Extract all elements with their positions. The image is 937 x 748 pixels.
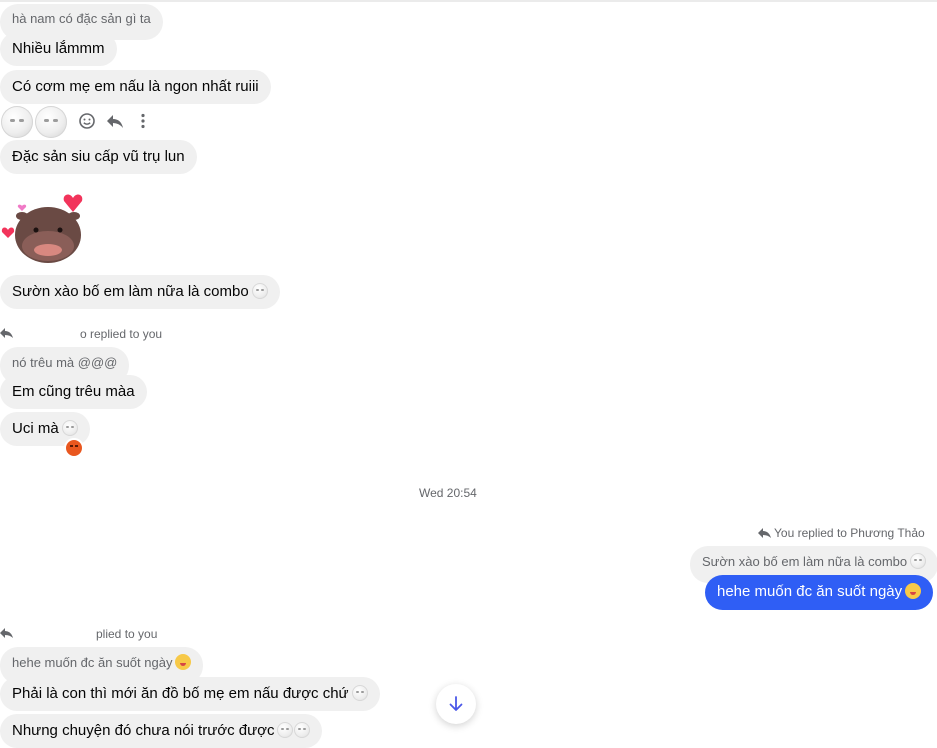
smiley-icon[interactable] xyxy=(77,111,97,131)
quoted-text: hehe muốn đc ăn suốt ngày xyxy=(12,655,173,670)
message-bubble[interactable]: Đặc sản siu cấp vũ trụ lun xyxy=(0,140,197,174)
quoted-text: Sườn xào bố em làm nữa là combo xyxy=(702,554,908,569)
message-text: Có cơm mẹ em nấu là ngon nhất ruiii xyxy=(12,78,259,95)
message-text: Uci mà xyxy=(12,420,59,437)
message-bubble[interactable]: Phải là con thì mới ăn đồ bố mẹ em nấu đ… xyxy=(0,677,380,711)
reply-icon xyxy=(0,328,13,338)
reply-label: You replied to Phương Thảo xyxy=(774,526,925,540)
quoted-text: nó trêu mà @@@ xyxy=(12,355,118,370)
yum-face-emoji xyxy=(905,583,922,599)
message-text: Nhưng chuyện đó chưa nói trước được xyxy=(12,722,275,739)
hippo-hearts-sticker[interactable] xyxy=(0,190,90,270)
message-bubble[interactable]: Em cũng trêu màa xyxy=(0,375,147,409)
timestamp: Wed 20:54 xyxy=(419,486,477,500)
message-bubble[interactable]: Nhiều lắmmm xyxy=(0,32,117,66)
message-text: Đặc sản siu cấp vũ trụ lun xyxy=(12,148,185,165)
moon-face-emoji xyxy=(294,722,311,738)
message-text: Em cũng trêu màa xyxy=(12,383,135,400)
message-text: hehe muốn đc ăn suốt ngày xyxy=(717,583,903,600)
angry-reaction-badge[interactable] xyxy=(64,438,84,458)
moon-face-emoji xyxy=(351,685,368,701)
message-text: Nhiều lắmmm xyxy=(12,40,105,57)
message-text: Phải là con thì mới ăn đồ bố mẹ em nấu đ… xyxy=(12,685,349,702)
reply-icon xyxy=(758,528,771,538)
message-bubble[interactable]: Nhưng chuyện đó chưa nói trước được xyxy=(0,714,323,748)
scroll-to-bottom-button[interactable] xyxy=(436,684,476,724)
top-divider xyxy=(0,0,937,2)
my-message-bubble[interactable]: hehe muốn đc ăn suốt ngày xyxy=(705,575,934,610)
moon-face-emoji[interactable] xyxy=(35,106,67,138)
moon-face-emoji xyxy=(277,722,294,738)
moon-face-emoji[interactable] xyxy=(1,106,33,138)
moon-face-emoji xyxy=(61,420,78,436)
moon-face-emoji xyxy=(251,283,268,299)
moon-face-emoji xyxy=(910,553,927,569)
reply-icon xyxy=(0,628,13,638)
message-bubble[interactable]: Sườn xào bố em làm nữa là combo xyxy=(0,275,280,309)
yum-face-emoji xyxy=(175,654,192,670)
arrow-down-icon xyxy=(449,696,463,711)
message-text: Sườn xào bố em làm nữa là combo xyxy=(12,283,249,300)
more-vertical-icon[interactable] xyxy=(133,111,153,131)
reply-icon[interactable] xyxy=(105,111,125,131)
reply-label: o replied to you xyxy=(80,327,163,341)
message-text: hà nam có đặc sản gì ta xyxy=(12,11,151,26)
message-bubble[interactable]: Có cơm mẹ em nấu là ngon nhất ruiii xyxy=(0,70,271,104)
reply-label: plied to you xyxy=(96,627,158,641)
